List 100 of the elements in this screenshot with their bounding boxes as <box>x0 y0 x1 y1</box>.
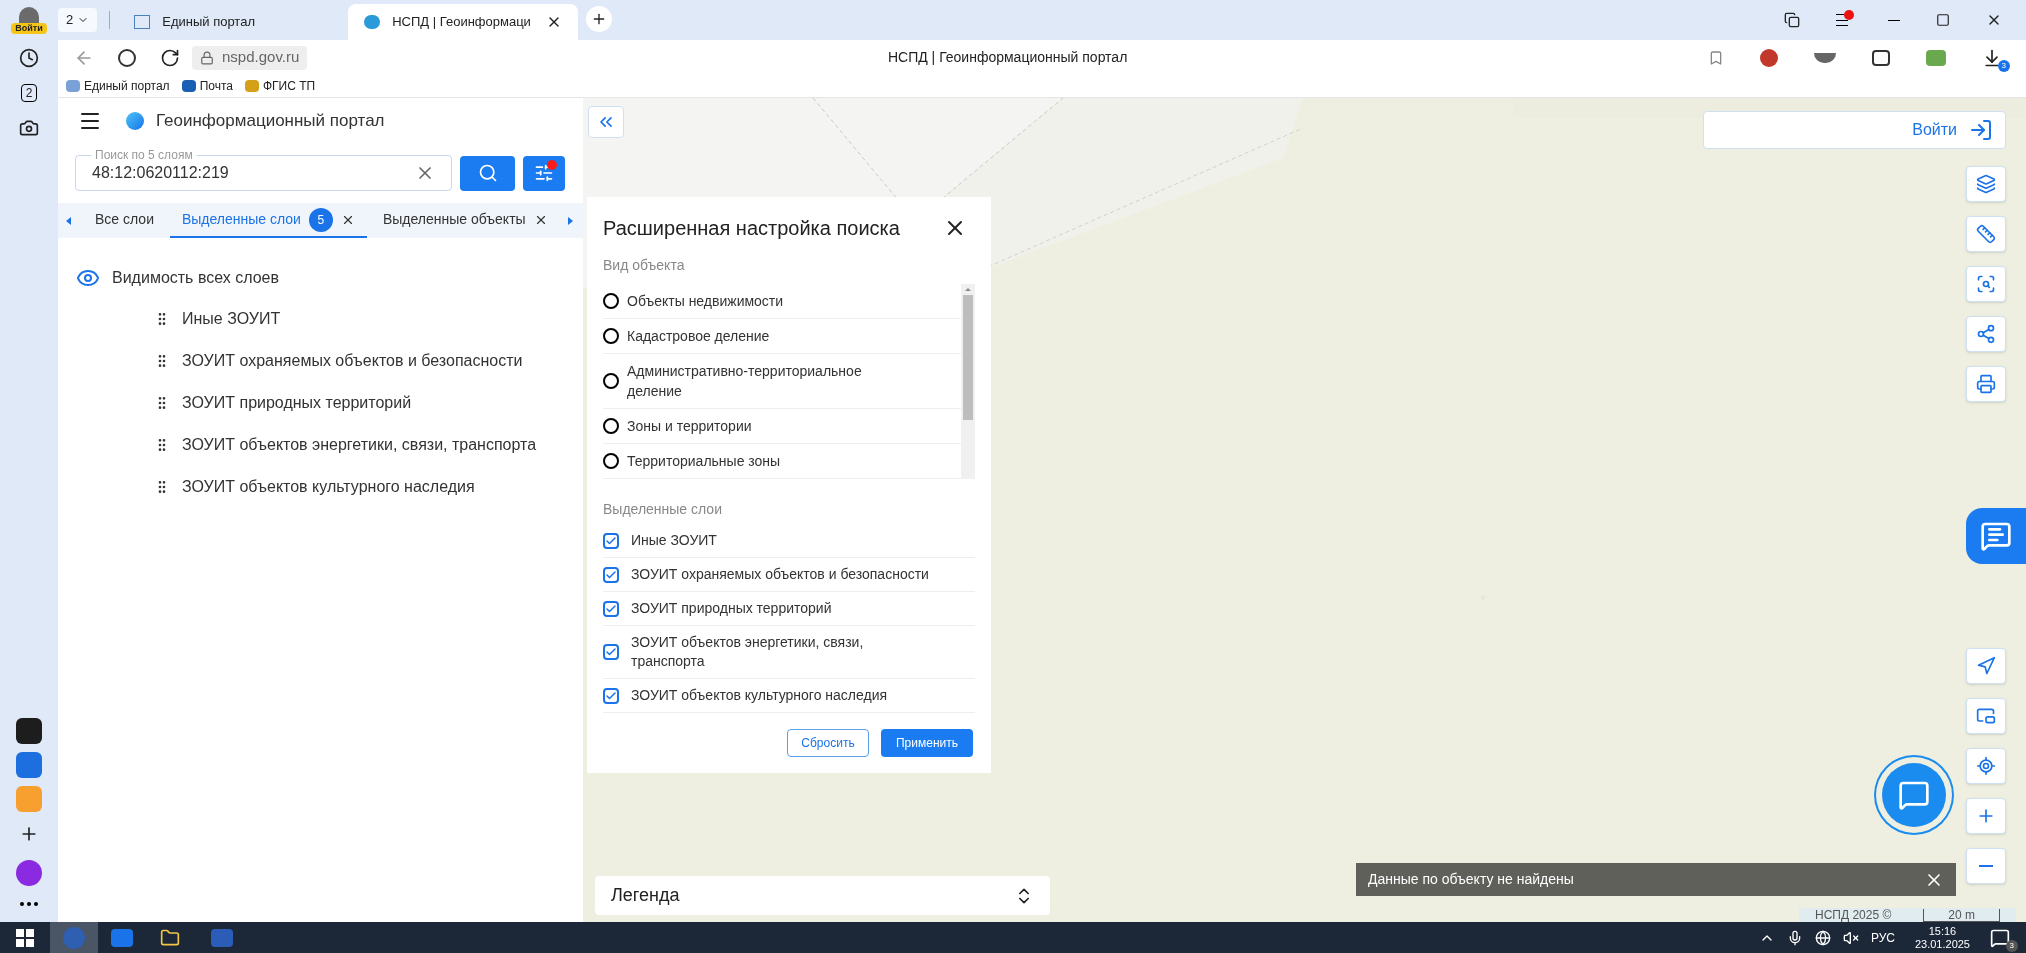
bookmark-link[interactable]: ФГИС ТП <box>244 77 316 95</box>
reset-button[interactable]: Сбросить <box>787 729 869 757</box>
profile-avatar-icon[interactable] <box>19 6 39 23</box>
tab-count-button[interactable]: 2 <box>58 8 98 32</box>
layer-option-label[interactable]: ЗОУИТ объектов энергетики, связи, транспорта <box>631 633 931 671</box>
checkbox[interactable] <box>603 644 619 660</box>
lock-icon <box>200 50 214 65</box>
print-button[interactable] <box>1966 366 2006 402</box>
assistant-icon[interactable] <box>16 860 42 886</box>
notification-count: 3 <box>2005 939 2018 952</box>
search-label: Поиск по 5 слоям <box>91 148 197 162</box>
ruler-icon <box>1976 224 1996 244</box>
layers-icon <box>1976 174 1996 194</box>
print-icon <box>1976 374 1996 394</box>
layer-option-label[interactable]: ЗОУИТ природных территорий <box>631 599 931 618</box>
layer-tab[interactable]: Выделенные слои 5 <box>169 203 367 238</box>
radio-button[interactable] <box>603 293 619 309</box>
tab-list-icon <box>1784 12 1800 28</box>
layer-name[interactable]: ЗОУИТ охраняемых объектов и безопасности <box>182 349 523 373</box>
muted-speaker-icon <box>1842 929 1859 946</box>
minimap-button[interactable] <box>1966 698 2006 734</box>
visibility-label: Видимость всех слоев <box>112 268 279 288</box>
address-field[interactable]: nspd.gov.ru <box>192 45 308 70</box>
layer-option-label[interactable]: Иные ЗОУИТ <box>631 531 931 550</box>
notifications-icon <box>1990 927 2010 948</box>
option-label[interactable]: Территориальные зоны <box>627 451 867 471</box>
extension-icon[interactable] <box>1760 48 1778 67</box>
checkbox[interactable] <box>603 687 619 704</box>
minimize-icon[interactable] <box>1888 19 1900 21</box>
scroll-right-icon[interactable] <box>567 216 573 225</box>
legend-dropdown[interactable]: Легенда <box>595 876 1050 915</box>
extension-icon[interactable] <box>1814 52 1836 63</box>
app-icon[interactable] <box>16 718 42 744</box>
area-search-button[interactable] <box>1966 266 2006 302</box>
locate-icon <box>1976 656 1996 676</box>
site-icon <box>364 15 381 29</box>
check-icon <box>605 534 617 547</box>
layer-tab[interactable]: Выделенные объекты <box>370 203 560 238</box>
share-button[interactable] <box>1966 316 2006 352</box>
more-icon[interactable] <box>20 902 38 906</box>
clock-time: 15:16 <box>1928 924 1957 938</box>
checkbox[interactable] <box>603 600 619 617</box>
tab-title: НСПД | Геоинформаци <box>392 13 532 32</box>
language-indicator[interactable]: РУС <box>1870 928 1895 947</box>
new-tab-button[interactable] <box>586 6 613 32</box>
extension-icon[interactable] <box>1872 49 1890 66</box>
radio-button[interactable] <box>603 418 619 434</box>
check-icon <box>605 646 617 658</box>
bookmark-link[interactable]: Почта <box>181 77 233 95</box>
download-count: 3 <box>1997 59 2010 72</box>
scroll-left-icon[interactable] <box>66 216 71 225</box>
search-value: 48:12:0620112:219 <box>92 163 230 183</box>
layer-option-label[interactable]: ЗОУИТ охраняемых объектов и безопасности <box>631 565 931 584</box>
option-label[interactable]: Административно-территориальное деление <box>627 361 867 401</box>
option-label[interactable]: Зоны и территории <box>627 416 867 436</box>
browser-tab[interactable]: Единый портал <box>118 4 349 40</box>
browser-tab[interactable]: НСПД | Геоинформаци <box>348 4 579 40</box>
profile-label[interactable]: Войти <box>11 22 47 34</box>
checkbox[interactable] <box>603 532 619 549</box>
checkbox[interactable] <box>603 566 619 583</box>
ruler-button[interactable] <box>1966 216 2006 252</box>
section-heading: Выделенные слои <box>603 500 723 519</box>
radio-button[interactable] <box>603 328 619 344</box>
locate-button[interactable] <box>1966 648 2006 684</box>
scrollbar[interactable] <box>961 284 975 479</box>
layer-option-label[interactable]: ЗОУИТ объектов культурного наследия <box>631 686 931 705</box>
geolocation-button[interactable] <box>1966 748 2006 784</box>
option-label[interactable]: Объекты недвижимости <box>627 291 867 311</box>
page-title: НСПД | Геоинформационный портал <box>887 48 1128 67</box>
layers-button[interactable] <box>1966 166 2006 202</box>
site-icon <box>134 15 151 29</box>
feedback-tab-button[interactable] <box>1966 508 2026 564</box>
tab-title: Единый портал <box>162 13 256 32</box>
layer-name[interactable]: ЗОУИТ объектов культурного наследия <box>182 475 475 499</box>
zoom-in-button[interactable] <box>1966 798 2006 834</box>
layer-name[interactable]: ЗОУИТ природных территорий <box>182 391 412 415</box>
search-icon <box>477 163 498 183</box>
reload-icon <box>160 47 180 68</box>
clock-icon <box>19 48 39 68</box>
chat-icon <box>1898 779 1930 811</box>
login-button[interactable]: Войти <box>1703 111 2006 149</box>
bookmark-icon <box>1708 49 1724 66</box>
layer-name[interactable]: Иные ЗОУИТ <box>182 307 281 331</box>
search-button[interactable] <box>460 155 515 191</box>
check-icon <box>605 602 617 615</box>
layer-name[interactable]: ЗОУИТ объектов энергетики, связи, транспорта <box>182 433 537 457</box>
globe-icon <box>1814 929 1831 946</box>
tabs-count-icon[interactable]: 2 <box>20 84 38 102</box>
layer-tab[interactable]: Все слои <box>83 203 166 238</box>
filter-button[interactable] <box>523 155 565 191</box>
bookmark-link[interactable]: Единый портал <box>66 77 170 95</box>
dialog-title: Расширенная настройка поиска <box>603 216 900 241</box>
minimap-icon <box>1976 706 1996 726</box>
radio-button[interactable] <box>603 453 619 469</box>
apply-button[interactable]: Применить <box>881 729 973 757</box>
geolocation-icon <box>1976 756 1996 776</box>
collapse-panel-button[interactable] <box>588 106 624 138</box>
check-icon <box>605 568 617 581</box>
radio-button[interactable] <box>603 373 619 389</box>
option-label[interactable]: Кадастровое деление <box>627 326 867 346</box>
